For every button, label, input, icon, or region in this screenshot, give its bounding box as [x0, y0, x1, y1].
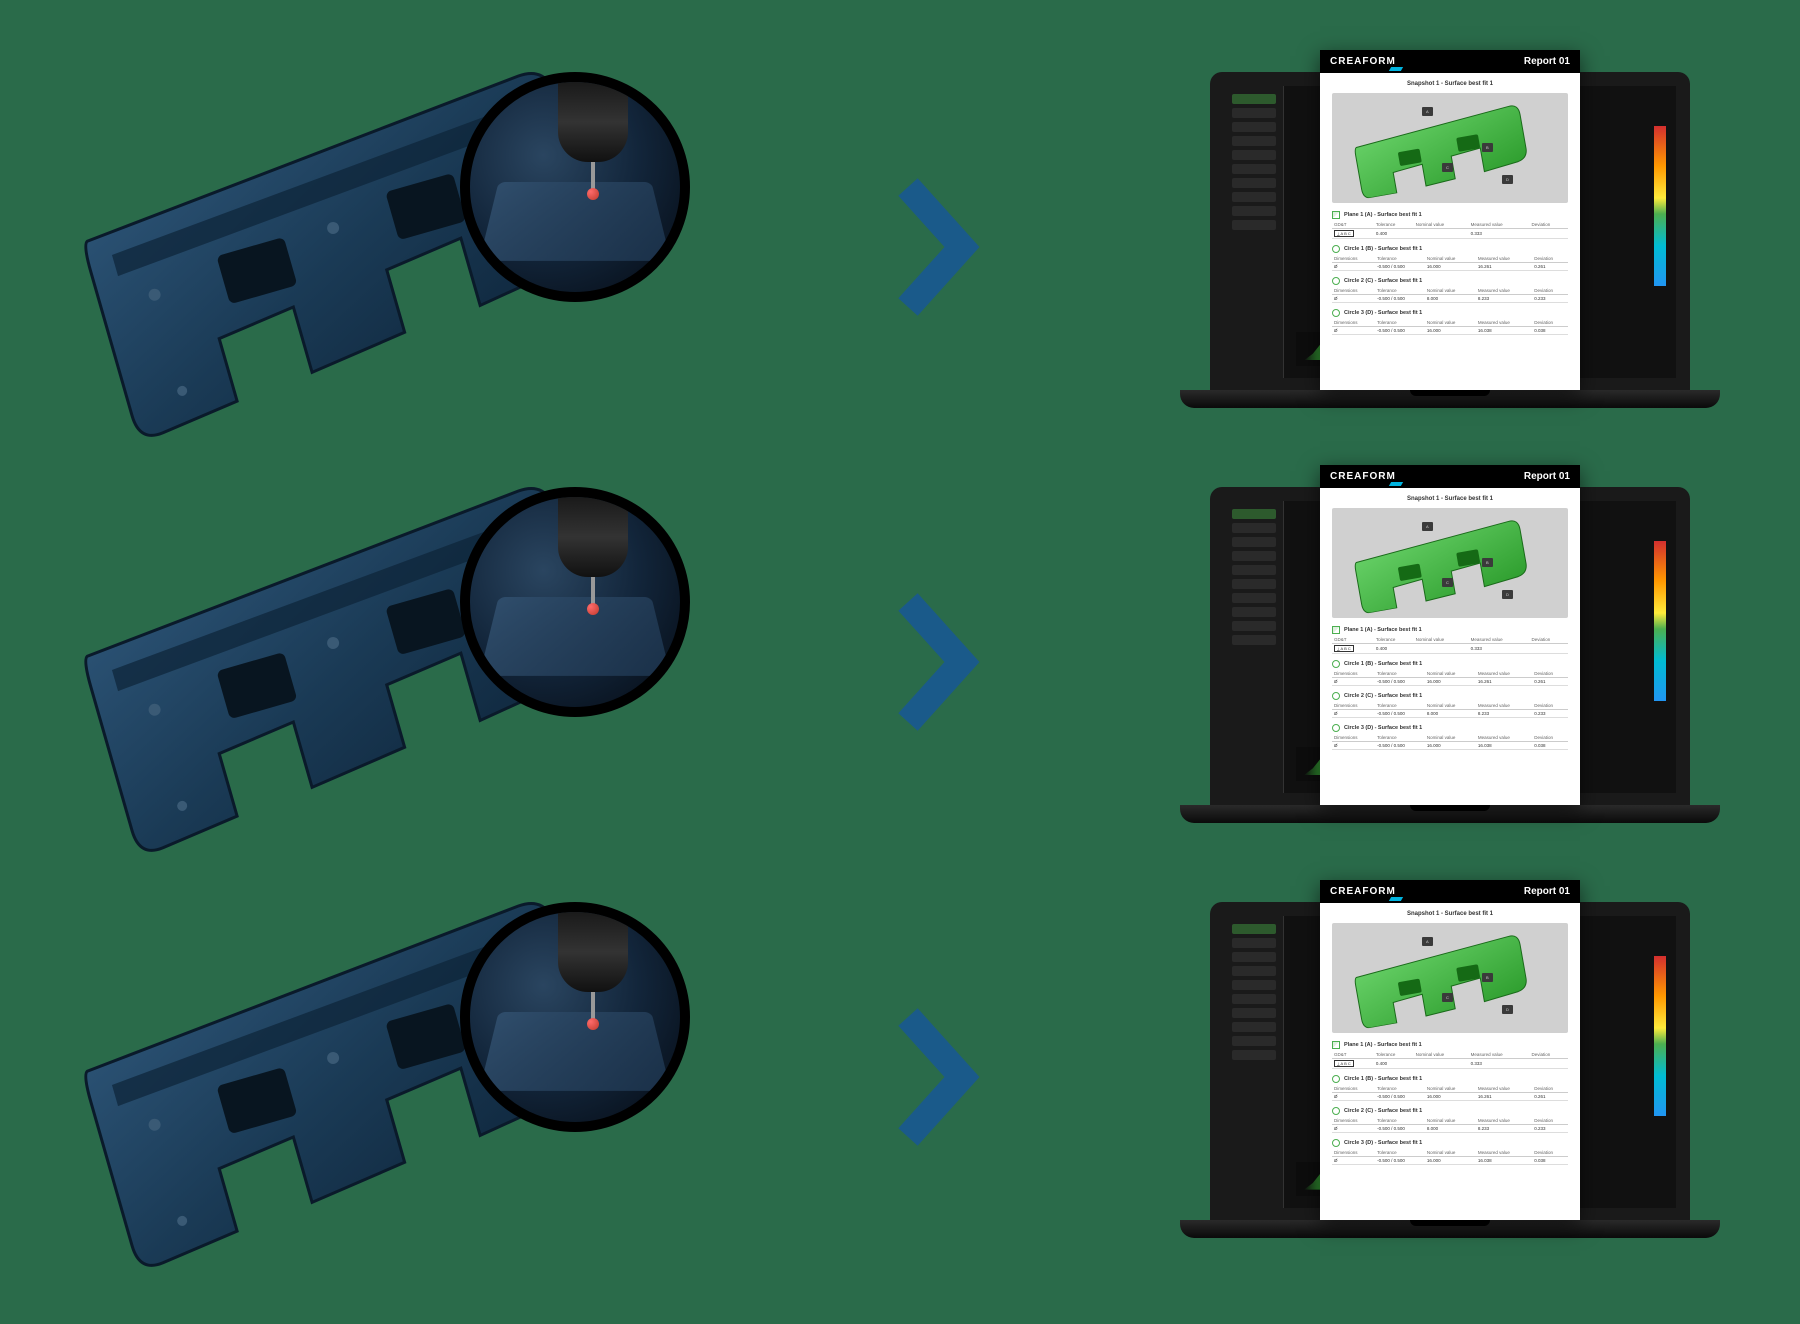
callout: B	[1482, 143, 1493, 152]
callout: D	[1502, 590, 1513, 599]
brand-logo: CREAFORM	[1330, 886, 1396, 897]
circle-icon	[1332, 692, 1340, 700]
app-sidebar	[1224, 916, 1284, 1208]
workflow-row-2: CREAFORM Report 01 Snapshot 1 - Surface …	[80, 472, 1720, 852]
model-preview: A B C D	[1332, 923, 1568, 1033]
callout: B	[1482, 558, 1493, 567]
model-preview: A B C D	[1332, 508, 1568, 618]
report-section-4: Circle 3 (D) - Surface best fit 1 Dimens…	[1332, 1139, 1568, 1165]
workflow-row-3: CREAFORM Report 01 Snapshot 1 - Surface …	[80, 887, 1720, 1267]
callout: A	[1422, 937, 1433, 946]
laptop-base	[1180, 1220, 1720, 1238]
callout: D	[1502, 175, 1513, 184]
report-title: Report 01	[1524, 471, 1570, 482]
report-title: Report 01	[1524, 886, 1570, 897]
circle-icon	[1332, 1139, 1340, 1147]
laptop-base	[1180, 805, 1720, 823]
callout: D	[1502, 1005, 1513, 1014]
probe-closeup	[460, 902, 690, 1132]
probe-closeup	[460, 487, 690, 717]
color-scale	[1654, 541, 1666, 701]
part-with-probe	[80, 82, 700, 412]
circle-icon	[1332, 277, 1340, 285]
callout: B	[1482, 973, 1493, 982]
laptop-with-report: CREAFORM Report 01 Snapshot 1 - Surface …	[1180, 72, 1720, 422]
app-sidebar	[1224, 86, 1284, 378]
report-section-2: Circle 1 (B) - Surface best fit 1 Dimens…	[1332, 660, 1568, 686]
report-section-3: Circle 2 (C) - Surface best fit 1 Dimens…	[1332, 692, 1568, 718]
plane-icon	[1332, 626, 1340, 634]
laptop-with-report: CREAFORM Report 01 Snapshot 1 - Surface …	[1180, 902, 1720, 1252]
chevron-right-icon	[880, 167, 1000, 327]
plane-icon	[1332, 211, 1340, 219]
circle-icon	[1332, 724, 1340, 732]
report-document: CREAFORM Report 01 Snapshot 1 - Surface …	[1320, 465, 1580, 805]
model-preview: A B C D	[1332, 93, 1568, 203]
circle-icon	[1332, 245, 1340, 253]
brand-logo: CREAFORM	[1330, 471, 1396, 482]
workflow-row-1: CREAFORM Report 01 Snapshot 1 - Surface …	[80, 57, 1720, 437]
report-section-4: Circle 3 (D) - Surface best fit 1 Dimens…	[1332, 724, 1568, 750]
part-with-probe	[80, 497, 700, 827]
color-scale	[1654, 956, 1666, 1116]
report-section-4: Circle 3 (D) - Surface best fit 1 Dimens…	[1332, 309, 1568, 335]
circle-icon	[1332, 660, 1340, 668]
report-section-3: Circle 2 (C) - Surface best fit 1 Dimens…	[1332, 277, 1568, 303]
callout: A	[1422, 107, 1433, 116]
report-section-3: Circle 2 (C) - Surface best fit 1 Dimens…	[1332, 1107, 1568, 1133]
circle-icon	[1332, 1075, 1340, 1083]
app-sidebar	[1224, 501, 1284, 793]
report-section-1: Plane 1 (A) - Surface best fit 1 GD&T To…	[1332, 211, 1568, 239]
report-title: Report 01	[1524, 56, 1570, 67]
laptop-base	[1180, 390, 1720, 408]
probe-closeup	[460, 72, 690, 302]
touch-probe-icon	[548, 82, 638, 192]
circle-icon	[1332, 1107, 1340, 1115]
laptop-with-report: CREAFORM Report 01 Snapshot 1 - Surface …	[1180, 487, 1720, 837]
snapshot-title: Snapshot 1 - Surface best fit 1	[1332, 81, 1568, 87]
callout: C	[1442, 993, 1453, 1002]
report-document: CREAFORM Report 01 Snapshot 1 - Surface …	[1320, 50, 1580, 390]
chevron-right-icon	[880, 582, 1000, 742]
callout: C	[1442, 578, 1453, 587]
report-document: CREAFORM Report 01 Snapshot 1 - Surface …	[1320, 880, 1580, 1220]
report-section-1: Plane 1 (A) - Surface best fit 1 GD&T To…	[1332, 626, 1568, 654]
report-section-1: Plane 1 (A) - Surface best fit 1 GD&T To…	[1332, 1041, 1568, 1069]
plane-icon	[1332, 1041, 1340, 1049]
color-scale	[1654, 126, 1666, 286]
part-with-probe	[80, 912, 700, 1242]
snapshot-title: Snapshot 1 - Surface best fit 1	[1332, 911, 1568, 917]
callout: C	[1442, 163, 1453, 172]
circle-icon	[1332, 309, 1340, 317]
brand-logo: CREAFORM	[1330, 56, 1396, 67]
touch-probe-icon	[548, 912, 638, 1022]
report-section-2: Circle 1 (B) - Surface best fit 1 Dimens…	[1332, 245, 1568, 271]
snapshot-title: Snapshot 1 - Surface best fit 1	[1332, 496, 1568, 502]
touch-probe-icon	[548, 497, 638, 607]
report-section-2: Circle 1 (B) - Surface best fit 1 Dimens…	[1332, 1075, 1568, 1101]
callout: A	[1422, 522, 1433, 531]
chevron-right-icon	[880, 997, 1000, 1157]
